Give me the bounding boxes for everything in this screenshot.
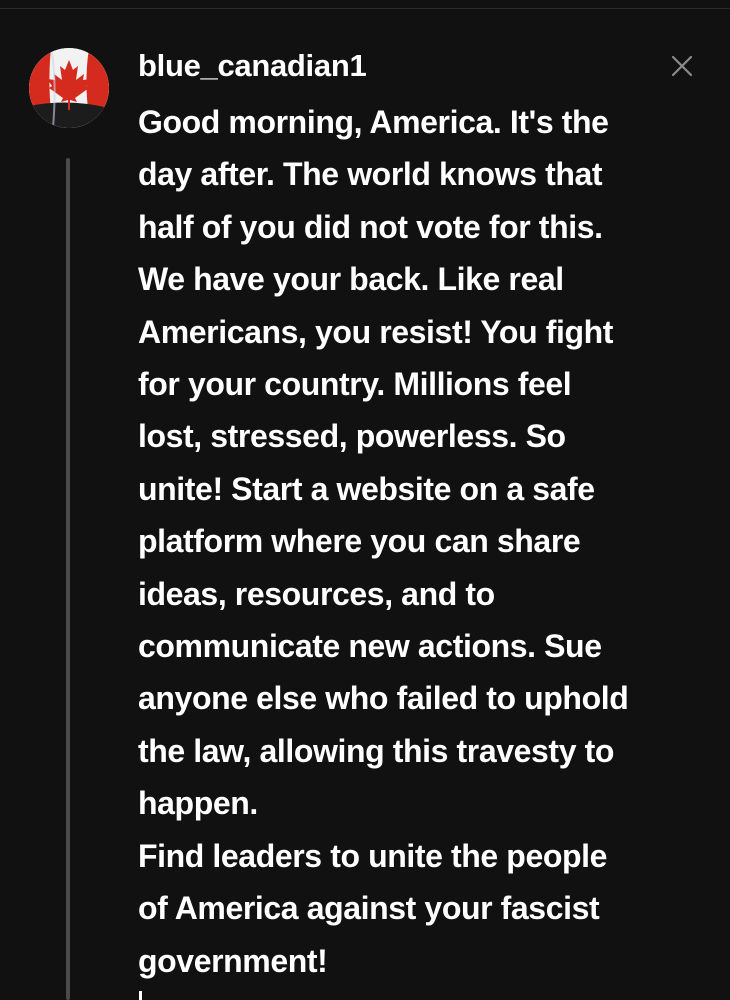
canadian-flag-icon [29,48,109,128]
avatar[interactable] [29,48,109,128]
comment-body: Good morning, America. It's the day afte… [138,104,629,979]
comment-username[interactable]: blue_canadian1 [138,48,367,84]
close-icon[interactable] [668,52,696,80]
thread-line [66,158,70,1000]
text-cursor [139,991,142,1000]
top-divider [0,8,730,9]
